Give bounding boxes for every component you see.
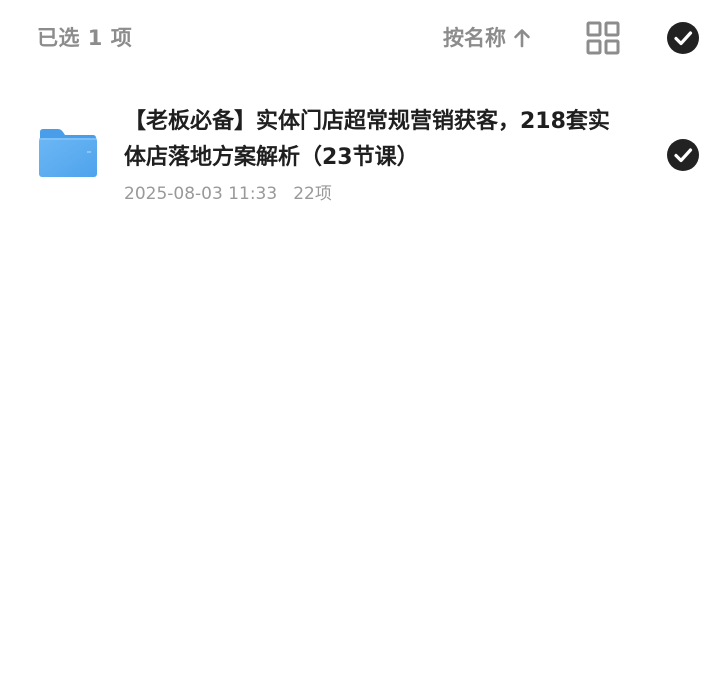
sort-label: 按名称: [443, 26, 506, 50]
selected-count-label: 已选 1 项: [37, 26, 133, 50]
file-meta: 2025-08-03 11:33 22项: [124, 182, 332, 206]
file-row[interactable]: 【老板必备】实体门店超常规营销获客，218套实体店落地方案解析（23节课） 20…: [0, 96, 714, 216]
select-all-check-icon[interactable]: [667, 22, 699, 54]
folder-icon: [39, 129, 97, 177]
check-circle-icon[interactable]: [667, 139, 699, 171]
file-item-count: 22项: [293, 184, 332, 204]
file-name: 【老板必备】实体门店超常规营销获客，218套实体店落地方案解析（23节课）: [124, 109, 610, 170]
arrow-up-icon: [514, 29, 530, 48]
file-date: 2025-08-03 11:33: [124, 184, 278, 204]
selection-header: 已选 1 项 按名称: [0, 0, 714, 78]
sort-by-name-button[interactable]: 按名称: [443, 24, 532, 52]
grid-view-icon[interactable]: [585, 20, 621, 56]
